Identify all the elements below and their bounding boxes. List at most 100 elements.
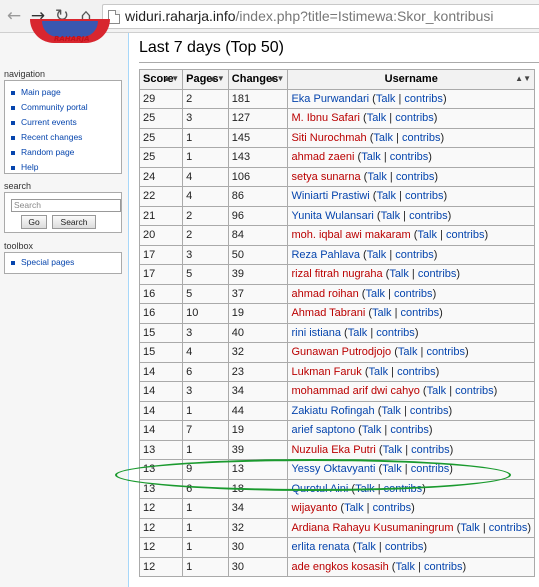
cell-pages: 1: [182, 127, 229, 148]
talk-link[interactable]: Talk: [381, 210, 401, 222]
contribs-link[interactable]: contribs: [455, 385, 494, 397]
sort-icon[interactable]: ▲▼: [163, 74, 179, 83]
nav-item-random-page[interactable]: Random page: [11, 145, 121, 160]
username-link[interactable]: Zakiatu Rofingah: [291, 405, 374, 417]
username-link[interactable]: ade engkos kosasih: [291, 561, 388, 573]
username-link[interactable]: rini istiana: [291, 327, 341, 339]
sort-icon[interactable]: ▲▼: [515, 74, 531, 83]
username-link[interactable]: rizal fitrah nugraha: [291, 268, 382, 280]
talk-link[interactable]: Talk: [383, 444, 403, 456]
talk-link[interactable]: Talk: [460, 522, 480, 534]
contribs-link[interactable]: contribs: [411, 463, 450, 475]
username-link[interactable]: ahmad zaeni: [291, 151, 354, 163]
nav-item-help[interactable]: Help: [11, 160, 121, 175]
nav-item-current-events[interactable]: Current events: [11, 115, 121, 130]
username-link[interactable]: setya sunarna: [291, 171, 360, 183]
username-link[interactable]: ahmad roihan: [291, 288, 358, 300]
talk-link[interactable]: Talk: [395, 561, 415, 573]
contribs-link[interactable]: contribs: [376, 327, 415, 339]
search-input[interactable]: Search: [11, 199, 121, 212]
toolbox-item-special-pages[interactable]: Special pages: [11, 255, 121, 270]
username-link[interactable]: Yunita Wulansari: [291, 210, 373, 222]
contribs-link[interactable]: contribs: [404, 93, 443, 105]
username-link[interactable]: Qurotul Aini: [291, 483, 348, 495]
username-link[interactable]: Ardiana Rahayu Kusumaningrum: [291, 522, 453, 534]
talk-link[interactable]: Talk: [367, 171, 387, 183]
address-bar[interactable]: widuri.raharja.info/index.php?title=Isti…: [102, 4, 539, 29]
contribs-link[interactable]: contribs: [446, 229, 485, 241]
table-row: 25 1 145 Siti Nurochmah (Talk | contribs): [138, 127, 535, 148]
talk-link[interactable]: Talk: [381, 405, 401, 417]
talk-link[interactable]: Talk: [373, 132, 393, 144]
sort-icon[interactable]: ▲▼: [209, 74, 225, 83]
contribs-link[interactable]: contribs: [409, 210, 448, 222]
column-header-username[interactable]: Username ▲▼: [287, 69, 535, 90]
username-link[interactable]: Lukman Faruk: [291, 366, 361, 378]
go-button[interactable]: Go: [21, 215, 47, 229]
talk-link[interactable]: Talk: [367, 249, 387, 261]
username-link[interactable]: Yessy Oktavyanti: [291, 463, 375, 475]
contribs-link[interactable]: contribs: [405, 190, 444, 202]
talk-link[interactable]: Talk: [355, 483, 375, 495]
contribs-link[interactable]: contribs: [395, 112, 434, 124]
talk-link[interactable]: Talk: [367, 112, 387, 124]
contribs-link[interactable]: contribs: [401, 307, 440, 319]
contribs-link[interactable]: contribs: [394, 288, 433, 300]
talk-link[interactable]: Talk: [344, 502, 364, 514]
username-link[interactable]: Siti Nurochmah: [291, 132, 366, 144]
contribs-link[interactable]: contribs: [411, 444, 450, 456]
contribs-link[interactable]: contribs: [410, 405, 449, 417]
username-link[interactable]: Ahmad Tabrani: [291, 307, 365, 319]
username-link[interactable]: arief saptono: [291, 424, 355, 436]
talk-link[interactable]: Talk: [362, 424, 382, 436]
talk-link[interactable]: Talk: [376, 190, 396, 202]
contribs-link[interactable]: contribs: [402, 132, 441, 144]
username-link[interactable]: Winiarti Prastiwi: [291, 190, 369, 202]
sort-icon[interactable]: ▲▼: [269, 74, 285, 83]
talk-link[interactable]: Talk: [372, 307, 392, 319]
column-header-pages[interactable]: Pages ▲▼: [182, 69, 229, 90]
site-logo[interactable]: RAHARJA: [20, 19, 120, 47]
cell-username: setya sunarna (Talk | contribs): [287, 166, 535, 187]
contribs-link[interactable]: contribs: [424, 561, 463, 573]
nav-item-community-portal[interactable]: Community portal: [11, 100, 121, 115]
username-link[interactable]: M. Ibnu Safari: [291, 112, 359, 124]
username-link[interactable]: moh. iqbal awi makaram: [291, 229, 410, 241]
talk-link[interactable]: Talk: [382, 463, 402, 475]
cell-pages: 2: [182, 88, 229, 109]
talk-link[interactable]: Talk: [361, 151, 381, 163]
contribs-link[interactable]: contribs: [395, 249, 434, 261]
contribs-link[interactable]: contribs: [390, 424, 429, 436]
talk-link[interactable]: Talk: [369, 366, 389, 378]
username-link[interactable]: wijayanto: [291, 502, 337, 514]
talk-link[interactable]: Talk: [427, 385, 447, 397]
talk-link[interactable]: Talk: [398, 346, 418, 358]
contribs-link[interactable]: contribs: [396, 171, 435, 183]
username-link[interactable]: Gunawan Putrodjojo: [291, 346, 391, 358]
contribs-link[interactable]: contribs: [390, 151, 429, 163]
talk-link[interactable]: Talk: [365, 288, 385, 300]
back-icon[interactable]: ←: [4, 6, 24, 26]
talk-link[interactable]: Talk: [348, 327, 368, 339]
column-header-changes[interactable]: Changes ▲▼: [227, 69, 289, 90]
nav-item-main-page[interactable]: Main page: [11, 85, 121, 100]
talk-link[interactable]: Talk: [376, 93, 396, 105]
contribs-link[interactable]: contribs: [385, 541, 424, 553]
username-link[interactable]: erlita renata: [291, 541, 349, 553]
contribs-link[interactable]: contribs: [418, 268, 457, 280]
contribs-link[interactable]: contribs: [373, 502, 412, 514]
search-button[interactable]: Search: [52, 215, 96, 229]
column-header-score[interactable]: Score ▲▼: [138, 69, 184, 90]
contribs-link[interactable]: contribs: [397, 366, 436, 378]
talk-link[interactable]: Talk: [417, 229, 437, 241]
contribs-link[interactable]: contribs: [426, 346, 465, 358]
username-link[interactable]: Reza Pahlava: [291, 249, 360, 261]
talk-link[interactable]: Talk: [389, 268, 409, 280]
username-link[interactable]: mohammad arif dwi cahyo: [291, 385, 419, 397]
username-link[interactable]: Eka Purwandari: [291, 93, 369, 105]
contribs-link[interactable]: contribs: [489, 522, 528, 534]
username-link[interactable]: Nuzulia Eka Putri: [291, 444, 375, 456]
contribs-link[interactable]: contribs: [384, 483, 423, 495]
talk-link[interactable]: Talk: [356, 541, 376, 553]
nav-item-recent-changes[interactable]: Recent changes: [11, 130, 121, 145]
